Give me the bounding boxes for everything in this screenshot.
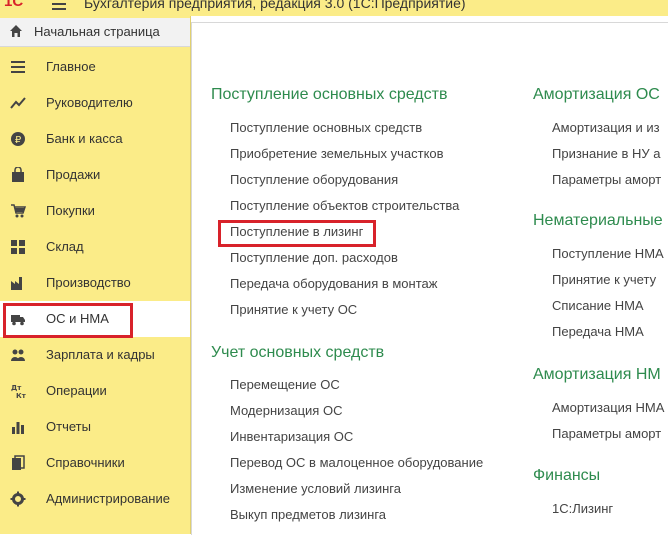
- link-item[interactable]: Принятие к учету: [552, 272, 656, 287]
- section-title: Амортизация ОС: [533, 86, 660, 103]
- link-item[interactable]: Признание в НУ а: [552, 146, 661, 161]
- link-item[interactable]: Поступление оборудования: [230, 172, 398, 187]
- link-item[interactable]: Параметры аморт: [552, 426, 661, 441]
- home-label: Начальная страница: [34, 24, 160, 39]
- section-title: Поступление основных средств: [211, 86, 448, 103]
- sidebar: Начальная страница Главное Руководителю …: [0, 16, 191, 534]
- link-item[interactable]: Амортизация и из: [552, 120, 660, 135]
- link-item[interactable]: Перевод ОС в малоценное оборудование: [230, 455, 483, 470]
- sidebar-item-label: Банк и касса: [46, 131, 123, 146]
- link-item[interactable]: Инвентаризация ОС: [230, 429, 353, 444]
- main-panel: Поступление основных средств Поступление…: [191, 16, 668, 535]
- link-item[interactable]: Изменение условий лизинга: [230, 481, 401, 496]
- link-item[interactable]: Передача оборудования в монтаж: [230, 276, 437, 291]
- svg-text:Кт: Кт: [16, 392, 26, 399]
- sidebar-item-label: Операции: [46, 383, 107, 398]
- sidebar-item-label: Продажи: [46, 167, 101, 182]
- trend-icon: [10, 97, 26, 109]
- factory-icon: [11, 277, 22, 290]
- people-icon: [11, 349, 25, 361]
- ruble-coin-icon: ₽: [11, 132, 25, 146]
- highlight-frame-fixed-assets: [3, 303, 133, 338]
- link-item[interactable]: Перемещение ОС: [230, 377, 340, 392]
- sidebar-item-references[interactable]: Справочники: [0, 445, 190, 481]
- gear-icon: [10, 491, 26, 507]
- sidebar-item-sales[interactable]: Продажи: [0, 157, 190, 193]
- sidebar-item-manager[interactable]: Руководителю: [0, 85, 190, 121]
- bar-chart-icon: [12, 422, 24, 434]
- sidebar-item-operations[interactable]: Дт Кт Операции: [0, 373, 190, 409]
- hamburger-menu-icon[interactable]: [52, 0, 66, 10]
- sidebar-item-label: Покупки: [46, 203, 95, 218]
- app-logo: 1С: [4, 0, 24, 10]
- link-item[interactable]: Списание НМА: [552, 298, 644, 313]
- sidebar-item-warehouse[interactable]: Склад: [0, 229, 190, 265]
- home-icon: [10, 25, 22, 37]
- debit-credit-icon: ДтКт: [11, 384, 26, 399]
- sidebar-item-bank[interactable]: ₽ Банк и касса: [0, 121, 190, 157]
- link-item[interactable]: Параметры аморт: [552, 172, 661, 187]
- sidebar-home[interactable]: Начальная страница: [0, 18, 190, 47]
- sidebar-item-label: Отчеты: [46, 419, 91, 434]
- sidebar-item-purchases[interactable]: Покупки: [0, 193, 190, 229]
- books-icon: [12, 455, 25, 470]
- section-title: Финансы: [533, 467, 601, 484]
- sidebar-item-main[interactable]: Главное: [0, 49, 190, 85]
- highlight-frame-leasing: [218, 220, 376, 247]
- link-item[interactable]: Принятие к учету ОС: [230, 302, 357, 317]
- link-item[interactable]: Поступление НМА: [552, 246, 664, 261]
- title-bar: 1С Бухгалтерия предприятия, редакция 3.0…: [0, 0, 668, 16]
- sidebar-item-label: Справочники: [46, 455, 125, 470]
- link-item[interactable]: Передача НМА: [552, 324, 644, 339]
- grid-icon: [11, 240, 25, 254]
- link-item[interactable]: Поступление объектов строительства: [230, 198, 459, 213]
- cart-icon: [11, 204, 26, 218]
- sidebar-item-label: Руководителю: [46, 95, 133, 110]
- sidebar-item-reports[interactable]: Отчеты: [0, 409, 190, 445]
- sidebar-item-label: Главное: [46, 59, 96, 74]
- link-item[interactable]: Амортизация НМА: [552, 400, 664, 415]
- link-item[interactable]: Поступление доп. расходов: [230, 250, 398, 265]
- section-title: Нематериальные: [533, 212, 663, 229]
- link-item[interactable]: 1С:Лизинг: [552, 501, 613, 516]
- sidebar-item-salary[interactable]: Зарплата и кадры: [0, 337, 190, 373]
- svg-text:₽: ₽: [15, 135, 22, 146]
- sidebar-item-label: Администрирование: [46, 491, 170, 506]
- link-item[interactable]: Модернизация ОС: [230, 403, 342, 418]
- section-title: Амортизация НМ: [533, 366, 661, 383]
- sidebar-item-label: Склад: [46, 239, 84, 254]
- svg-text:Дт: Дт: [11, 384, 22, 392]
- window-title: Бухгалтерия предприятия, редакция 3.0 (1…: [84, 0, 466, 11]
- sidebar-item-admin[interactable]: Администрирование: [0, 481, 190, 517]
- sidebar-item-label: Производство: [46, 275, 131, 290]
- link-item[interactable]: Приобретение земельных участков: [230, 146, 444, 161]
- section-title: Учет основных средств: [211, 344, 385, 361]
- link-item[interactable]: Поступление основных средств: [230, 120, 422, 135]
- sidebar-item-label: Зарплата и кадры: [46, 347, 155, 362]
- link-item[interactable]: Выкуп предметов лизинга: [230, 507, 386, 522]
- column-right: Амортизация ОС Амортизация и из Признани…: [531, 16, 668, 534]
- sidebar-item-production[interactable]: Производство: [0, 265, 190, 301]
- menu-lines-icon: [11, 61, 25, 73]
- shopping-bag-icon: [12, 167, 24, 182]
